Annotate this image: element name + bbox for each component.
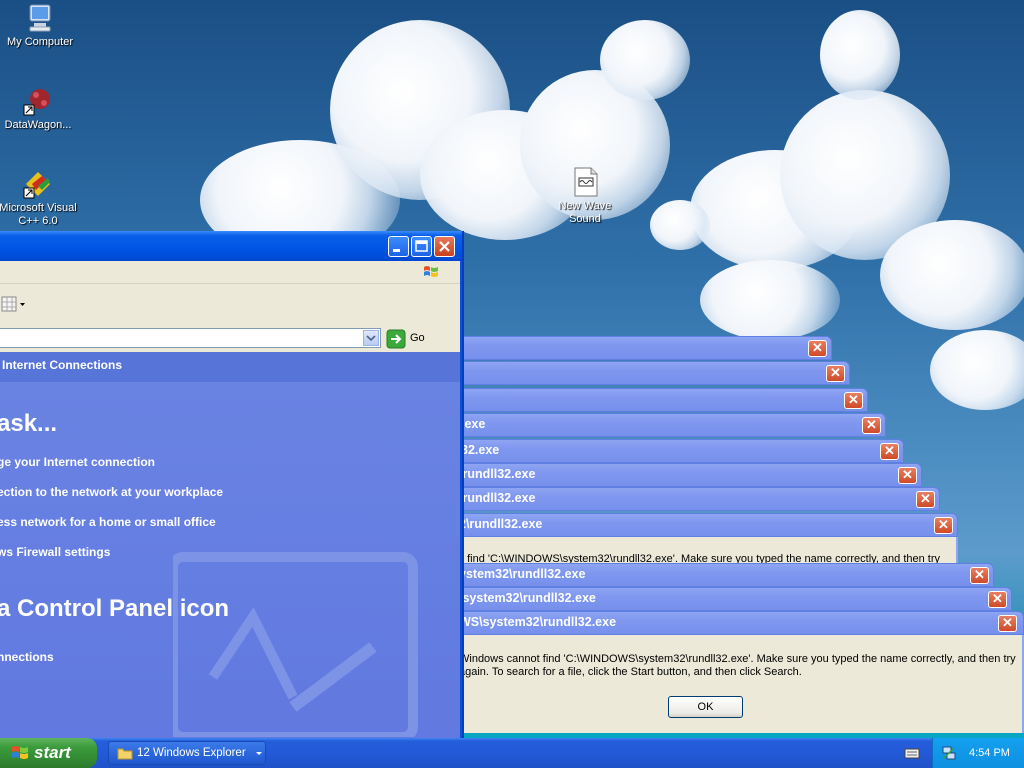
chevron-down-icon — [256, 752, 262, 755]
desktop-icon-label: My Computer — [6, 36, 74, 48]
minimize-button[interactable] — [388, 236, 409, 257]
dialog-title: \rundll32.exe — [459, 491, 536, 505]
dialog-title: \rundll32.exe — [459, 467, 536, 481]
close-button[interactable]: ✕ — [898, 467, 917, 484]
close-button[interactable]: ✕ — [844, 392, 863, 409]
go-arrow-icon — [386, 329, 406, 349]
dialog-title: 32.exe — [461, 443, 500, 457]
go-label: Go — [410, 332, 425, 344]
task-link[interactable]: ection to the network at your workplace — [0, 485, 223, 499]
cloud — [700, 260, 840, 340]
dialog-title: .exe — [461, 417, 486, 431]
cloud — [820, 10, 900, 100]
windows-logo-icon — [12, 746, 28, 759]
maximize-icon — [415, 240, 428, 252]
close-button[interactable]: ✕ — [934, 517, 953, 534]
close-button[interactable]: ✕ — [880, 443, 899, 460]
minimize-icon — [393, 249, 400, 252]
close-button[interactable]: ✕ — [970, 567, 989, 584]
close-icon — [439, 241, 450, 252]
keyboard-icon[interactable] — [904, 746, 920, 760]
ok-button[interactable]: OK — [668, 696, 743, 718]
control-panel-heading: a Control Panel icon — [0, 595, 230, 622]
cloud — [880, 220, 1024, 330]
error-dialog-titlebar[interactable]: WS\system32\rundll32.exe ✕ — [440, 611, 1024, 635]
task-link[interactable]: ws Firewall settings — [0, 545, 110, 559]
close-button[interactable]: ✕ — [808, 340, 827, 357]
close-button[interactable]: ✕ — [988, 591, 1007, 608]
error-dialog-titlebar[interactable]: .exe ✕ — [440, 413, 886, 437]
explorer-titlebar[interactable] — [0, 231, 462, 261]
desktop-icon-new-wave-sound[interactable]: New Wave Sound — [545, 166, 625, 226]
control-panel-watermark-icon — [173, 552, 418, 737]
error-dialog-titlebar[interactable]: \rundll32.exe ✕ — [440, 487, 940, 511]
address-bar: Go — [0, 324, 460, 352]
control-panel-item[interactable]: nnections — [0, 650, 54, 664]
error-dialog-titlebar[interactable]: \system32\rundll32.exe ✕ — [440, 587, 1012, 611]
error-message-line: again. To search for a file, click the S… — [459, 666, 802, 678]
folder-icon — [117, 748, 133, 760]
close-button[interactable] — [434, 236, 455, 257]
error-message-line: Windows cannot find 'C:\WINDOWS\system32… — [459, 653, 1016, 665]
page-header: Internet Connections — [2, 358, 123, 372]
chevron-down-icon — [366, 335, 376, 342]
address-dropdown-button[interactable] — [363, 330, 379, 346]
close-button[interactable]: ✕ — [916, 491, 935, 508]
wave-file-icon — [574, 167, 598, 197]
close-button[interactable]: ✕ — [862, 417, 881, 434]
header-strip: Internet Connections — [0, 352, 460, 382]
task-link[interactable]: ess network for a home or small office — [0, 515, 216, 529]
error-dialog-titlebar[interactable]: e ✕ — [440, 388, 868, 412]
desktop-icon-label: New Wave Sound — [558, 200, 612, 225]
task-pane-content: Internet Connections ask... ge your Inte… — [0, 352, 460, 739]
views-button[interactable] — [1, 296, 25, 312]
views-icon — [1, 296, 25, 312]
computer-icon — [29, 4, 51, 32]
error-dialog-titlebar[interactable]: 2\rundll32.exe ✕ — [440, 513, 958, 537]
taskbar-group-label: 12 Windows Explorer — [137, 747, 246, 759]
task-link[interactable]: ge your Internet connection — [0, 455, 155, 469]
dialog-title: 2\rundll32.exe — [459, 517, 543, 531]
clock: 4:54 PM — [969, 747, 1010, 759]
pick-task-heading: ask... — [0, 410, 58, 437]
windows-logo-icon — [424, 266, 438, 277]
error-dialog-body: t find 'C:\WINDOWS\system32\rundll32.exe… — [440, 537, 958, 563]
cloud — [650, 200, 710, 250]
error-dialog-titlebar[interactable]: ✕ — [440, 361, 850, 385]
start-button[interactable]: start — [0, 738, 97, 768]
explorer-window: Go Internet Connections ask... ge your I… — [0, 231, 464, 739]
network-icon[interactable] — [941, 745, 957, 761]
error-dialog-titlebar[interactable]: \rundll32.exe ✕ — [440, 463, 922, 487]
close-button[interactable]: ✕ — [998, 615, 1017, 632]
error-dialog-body: Windows cannot find 'C:\WINDOWS\system32… — [440, 635, 1024, 733]
error-message: Windows cannot find 'C:\WINDOWS\system32… — [459, 653, 1019, 679]
desktop-icon-label: DataWagon... — [4, 119, 72, 131]
system-tray: 4:54 PM — [932, 738, 1024, 768]
maximize-button[interactable] — [411, 236, 432, 257]
cloud — [930, 330, 1024, 410]
dialog-title: ystem32\rundll32.exe — [459, 567, 586, 581]
desktop-icon-visual-cpp[interactable]: Microsoft Visual C++ 6.0 — [0, 168, 78, 228]
error-dialog-titlebar[interactable]: 32.exe ✕ — [440, 439, 904, 463]
address-field[interactable] — [0, 328, 381, 348]
toolbar — [0, 284, 460, 325]
cloud — [600, 20, 690, 100]
taskbar: start 12 Windows Explorer 4:54 PM — [0, 738, 1024, 768]
visual-cpp-icon — [23, 172, 50, 199]
close-button[interactable]: ✕ — [826, 365, 845, 382]
desktop-icon-datawagon[interactable]: DataWagon... — [0, 85, 78, 132]
datawagon-icon — [23, 89, 50, 116]
dialog-title: \system32\rundll32.exe — [459, 591, 596, 605]
error-dialog-titlebar[interactable]: ✕ — [440, 336, 832, 360]
desktop-icon-label: Microsoft Visual C++ 6.0 — [0, 202, 77, 227]
error-dialog-titlebar[interactable]: ystem32\rundll32.exe ✕ — [440, 563, 994, 587]
menu-bar — [0, 261, 460, 284]
error-message-partial: t find 'C:\WINDOWS\system32\rundll32.exe… — [461, 553, 941, 563]
taskbar-group-button[interactable]: 12 Windows Explorer — [108, 741, 266, 765]
desktop-icon-my-computer[interactable]: My Computer — [0, 2, 80, 49]
go-button[interactable]: Go — [385, 327, 429, 349]
start-label: start — [34, 743, 71, 762]
dialog-title: WS\system32\rundll32.exe — [459, 615, 617, 629]
